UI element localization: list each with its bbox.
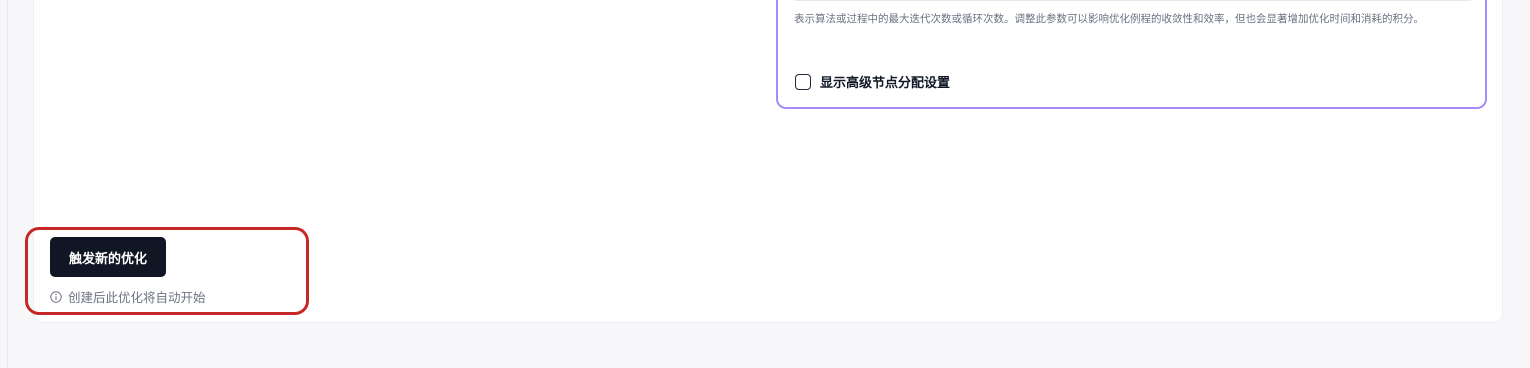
iterations-input-bottom-edge[interactable]	[795, 0, 1471, 1]
page: 表示算法或过程中的最大迭代次数或循环次数。调整此参数可以影响优化例程的收敛性和效…	[0, 0, 1530, 368]
advanced-node-settings-toggle[interactable]: 显示高级节点分配设置	[795, 72, 950, 91]
advanced-settings-checkbox[interactable]	[795, 73, 811, 90]
page-edge-divider	[7, 0, 8, 368]
auto-start-hint-text: 创建后此优化将自动开始	[68, 290, 206, 305]
config-panel: 表示算法或过程中的最大迭代次数或循环次数。调整此参数可以影响优化例程的收敛性和效…	[776, 0, 1487, 109]
iterations-field-description: 表示算法或过程中的最大迭代次数或循环次数。调整此参数可以影响优化例程的收敛性和效…	[794, 13, 1424, 25]
trigger-optimization-button[interactable]: 触发新的优化	[50, 237, 166, 277]
advanced-settings-label[interactable]: 显示高级节点分配设置	[820, 72, 950, 91]
auto-start-hint: 创建后此优化将自动开始	[50, 287, 206, 306]
info-circle-icon	[50, 290, 62, 303]
